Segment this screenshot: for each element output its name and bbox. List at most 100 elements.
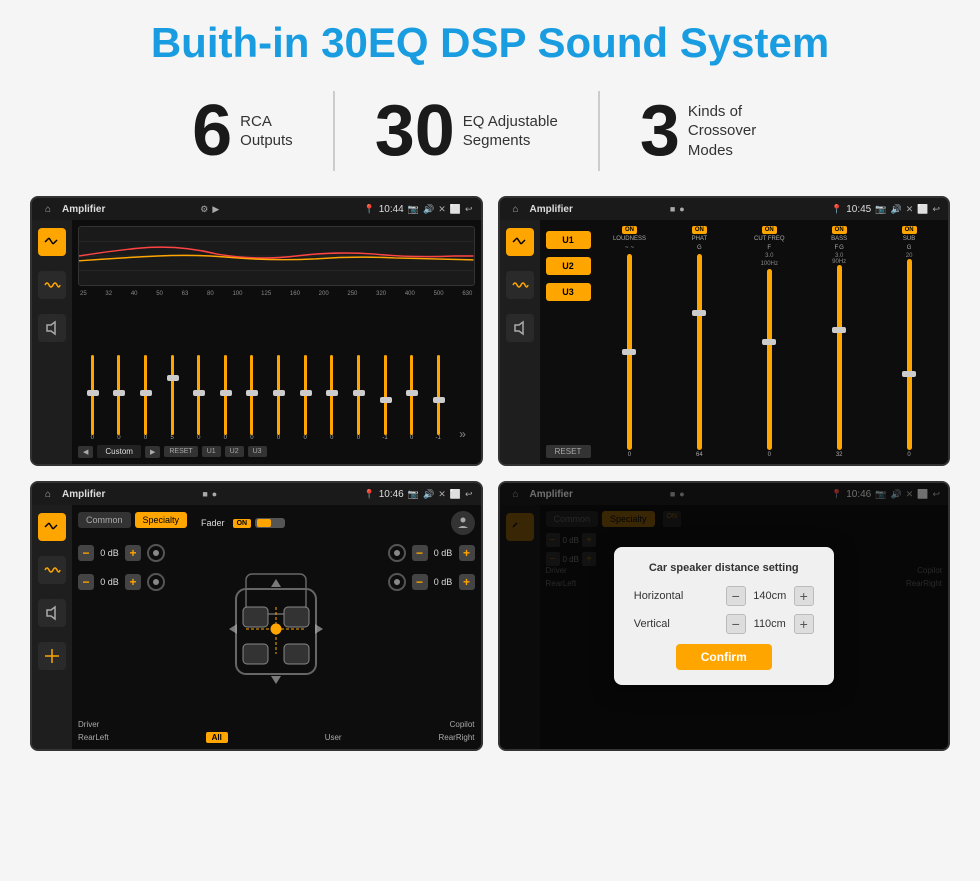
fader-screen-container: ⌂ Amplifier ■● 📍 10:46 📷🔊✕⬜↩	[30, 481, 483, 751]
expand-icon[interactable]: »	[453, 427, 473, 441]
fader-row-left-bottom: − 0 dB +	[78, 570, 168, 594]
sub-on-badge: ON	[902, 226, 917, 234]
confirm-button[interactable]: Confirm	[676, 644, 772, 670]
stat-label-rca: RCA Outputs	[240, 112, 293, 151]
eq-slider-2[interactable]: 0	[107, 355, 132, 441]
eq-icon-wave[interactable]	[38, 271, 66, 299]
fader-row-right-top: − 0 dB +	[385, 541, 475, 565]
eq-slider-8[interactable]: 0	[266, 355, 291, 441]
fader-person-icon[interactable]	[451, 511, 475, 535]
home-icon[interactable]: ⌂	[40, 201, 56, 217]
dialog-horizontal-row: Horizontal − 140cm +	[634, 586, 814, 606]
eq-slider-7[interactable]: 0	[240, 355, 265, 441]
fader-plus-lt[interactable]: +	[125, 545, 141, 561]
status-icons-eq: ⚙▶	[200, 204, 219, 215]
dialog-vertical-label: Vertical	[634, 618, 726, 630]
eq-graph	[78, 226, 475, 286]
eq-slider-10[interactable]: 0	[319, 355, 344, 441]
crossover-status-icons: ■●	[670, 204, 685, 214]
fader-tab-specialty[interactable]: Specialty	[135, 512, 188, 528]
home-icon-3[interactable]: ⌂	[40, 486, 56, 502]
fader-value-lt: 0 dB	[97, 548, 122, 558]
fader-minus-lb[interactable]: −	[78, 574, 94, 590]
dialog-vertical-plus[interactable]: +	[794, 614, 814, 634]
eq-u1-btn[interactable]: U1	[202, 446, 221, 457]
fader-left-controls: − 0 dB + − 0 dB +	[78, 541, 168, 717]
eq-reset-btn[interactable]: RESET	[164, 446, 197, 457]
dialog-horizontal-plus[interactable]: +	[794, 586, 814, 606]
fader-mode-row: RearLeft All User RearRight	[78, 732, 475, 743]
stat-label-eq: EQ Adjustable Segments	[463, 112, 558, 151]
eq-slider-3[interactable]: 0	[133, 355, 158, 441]
cross-u3-btn[interactable]: U3	[546, 283, 591, 301]
cross-u1-btn[interactable]: U1	[546, 231, 591, 249]
fader-minus-rb[interactable]: −	[412, 574, 428, 590]
dialog-horizontal-minus[interactable]: −	[726, 586, 746, 606]
eq-controls: ◀ Custom ▶ RESET U1 U2 U3	[78, 445, 475, 458]
channel-loudness: ON LOUDNESS ~ ~ 0	[597, 226, 663, 458]
fader-icon-eq[interactable]	[38, 513, 66, 541]
eq-next-btn[interactable]: ▶	[145, 446, 160, 458]
eq-slider-1[interactable]: 0	[80, 355, 105, 441]
fader-center	[176, 541, 377, 717]
fader-icon-speaker[interactable]	[38, 599, 66, 627]
page-title: Buith-in 30EQ DSP Sound System	[151, 20, 829, 66]
channel-sub: ON SUB G 20 0	[876, 226, 942, 458]
crossover-screen: U1 U2 U3 RESET ON LOUDNESS	[500, 220, 949, 464]
dialog-screen-container: ⌂ Amplifier ■● 📍 10:46 📷🔊✕⬜↩ Common	[498, 481, 951, 751]
eq-icon-speaker[interactable]	[38, 314, 66, 342]
eq-slider-11[interactable]: 0	[346, 355, 371, 441]
fader-sidebar	[32, 505, 72, 749]
eq-slider-6[interactable]: 0	[213, 355, 238, 441]
fader-plus-rb[interactable]: +	[459, 574, 475, 590]
eq-icon-eq[interactable]	[38, 228, 66, 256]
fader-icon-arrows[interactable]	[38, 642, 66, 670]
cross-icon-wave[interactable]	[506, 271, 534, 299]
fader-value-rt: 0 dB	[431, 548, 456, 558]
eq-u3-btn[interactable]: U3	[248, 446, 267, 457]
speaker-icon-lt	[144, 541, 168, 565]
fader-minus-lt[interactable]: −	[78, 545, 94, 561]
bass-label: BASS	[831, 236, 847, 242]
cross-main: U1 U2 U3 RESET ON LOUDNESS	[540, 220, 949, 464]
fader-plus-lb[interactable]: +	[125, 574, 141, 590]
crossover-time: 10:45	[846, 204, 871, 215]
eq-slider-14[interactable]: -1	[426, 355, 451, 441]
stat-number-eq: 30	[375, 95, 455, 167]
cutfreq-on-badge: ON	[762, 226, 777, 234]
eq-prev-btn[interactable]: ◀	[78, 446, 93, 458]
fader-header: Common Specialty Fader ON	[78, 511, 475, 535]
eq-slider-9[interactable]: 0	[293, 355, 318, 441]
eq-sidebar	[32, 220, 72, 464]
fader-layout: Common Specialty Fader ON	[32, 505, 481, 749]
cross-icon-eq[interactable]	[506, 228, 534, 256]
cross-sidebar	[500, 220, 540, 464]
fader-minus-rt[interactable]: −	[412, 545, 428, 561]
eq-time: 10:44	[379, 204, 404, 215]
home-icon-2[interactable]: ⌂	[508, 201, 524, 217]
eq-u2-btn[interactable]: U2	[225, 446, 244, 457]
dialog-vertical-value: 110cm	[750, 618, 790, 630]
eq-slider-13[interactable]: 0	[399, 355, 424, 441]
cross-u2-btn[interactable]: U2	[546, 257, 591, 275]
fader-value-lb: 0 dB	[97, 577, 122, 587]
stat-number-crossover: 3	[640, 95, 680, 167]
fader-plus-rt[interactable]: +	[459, 545, 475, 561]
eq-slider-4[interactable]: 5	[160, 355, 185, 441]
dialog-vertical-minus[interactable]: −	[726, 614, 746, 634]
fader-icon-wave[interactable]	[38, 556, 66, 584]
stat-rca: 6 RCA Outputs	[152, 95, 333, 167]
cross-icon-speaker[interactable]	[506, 314, 534, 342]
eq-slider-5[interactable]: 0	[186, 355, 211, 441]
loudness-on-badge: ON	[622, 226, 637, 234]
speaker-icon-rb	[385, 570, 409, 594]
fader-status-right: 📍 10:46 📷🔊✕⬜↩	[364, 489, 473, 500]
speaker-icon-lb	[144, 570, 168, 594]
cross-reset-btn[interactable]: RESET	[546, 445, 591, 458]
eq-slider-12[interactable]: -1	[373, 355, 398, 441]
fader-tab-common[interactable]: Common	[78, 512, 131, 528]
all-badge[interactable]: All	[206, 732, 228, 743]
eq-sliders: 0 0	[78, 300, 475, 441]
fader-time: 10:46	[379, 489, 404, 500]
dialog-overlay: Car speaker distance setting Horizontal …	[500, 483, 949, 749]
